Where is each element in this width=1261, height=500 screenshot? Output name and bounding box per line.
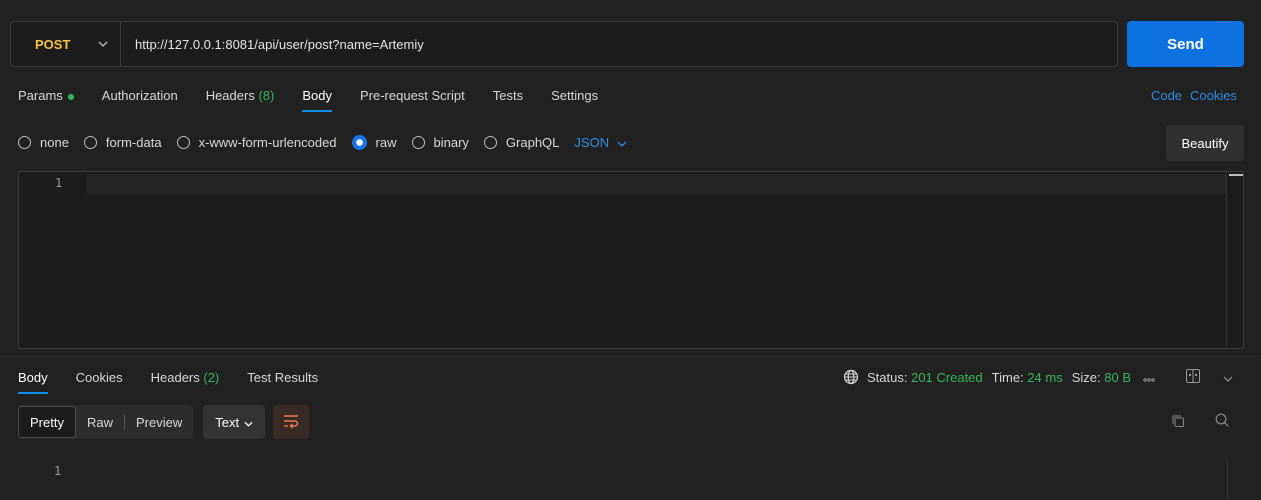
view-mode-pretty[interactable]: Pretty — [18, 406, 76, 438]
url-input[interactable]: http://127.0.0.1:8081/api/user/post?name… — [121, 37, 424, 52]
radio-icon — [176, 136, 190, 149]
wrap-lines-icon — [282, 413, 300, 432]
response-pane-controls — [1185, 368, 1233, 387]
header-links: Code Cookies — [1143, 88, 1237, 103]
headers-count: (2) — [203, 370, 220, 385]
radio-icon — [18, 136, 31, 149]
time-label: Time: — [991, 369, 1024, 385]
option-none[interactable]: none — [18, 135, 69, 150]
body-type-options: none form-data x-www-form-urlencoded raw… — [18, 135, 627, 150]
response-status: Status: 201 Created Time: 24 ms Size: 80… — [843, 369, 1155, 385]
status-label: Status: — [867, 369, 908, 385]
tab-label: Body — [302, 88, 332, 103]
raw-format-label: JSON — [574, 135, 610, 150]
option-label: none — [40, 135, 69, 150]
radio-icon — [83, 136, 97, 149]
option-raw[interactable]: raw — [351, 135, 397, 150]
tab-label: Params — [18, 88, 63, 103]
cookies-link[interactable]: Cookies — [1190, 88, 1237, 103]
option-label: x-www-form-urlencoded — [198, 135, 337, 150]
tab-label: Test Results — [247, 370, 319, 385]
chevron-down-icon[interactable] — [1223, 370, 1233, 385]
tab-label: Body — [18, 370, 48, 385]
option-binary[interactable]: binary — [411, 135, 469, 150]
radio-icon — [483, 136, 497, 149]
tab-settings[interactable]: Settings — [551, 88, 598, 103]
raw-format-select[interactable]: JSON — [574, 135, 627, 150]
option-label: form-data — [105, 135, 162, 150]
response-tab-cookies[interactable]: Cookies — [76, 370, 123, 385]
globe-icon[interactable] — [843, 369, 859, 385]
tab-label: Cookies — [75, 370, 123, 385]
option-x-www-form-urlencoded[interactable]: x-www-form-urlencoded — [176, 135, 337, 150]
tab-authorization[interactable]: Authorization — [102, 88, 178, 103]
response-tab-headers[interactable]: Headers (2) — [151, 370, 220, 385]
request-tabs: Params Authorization Headers (8) Body Pr… — [18, 88, 626, 112]
copy-icon[interactable] — [1171, 414, 1185, 431]
radio-selected-icon — [351, 135, 367, 150]
split-view-icon[interactable] — [1185, 368, 1201, 387]
view-mode-toggle: Pretty Raw Preview — [18, 405, 194, 439]
radio-icon — [411, 136, 425, 149]
response-tabs: Body Cookies Headers (2) Test Results — [18, 370, 346, 394]
size-label: Size: — [1071, 369, 1101, 385]
code-link[interactable]: Code — [1151, 88, 1182, 103]
tab-label: Authorization — [101, 88, 178, 103]
tab-params[interactable]: Params — [18, 88, 74, 103]
active-line-highlight — [87, 174, 1227, 194]
pane-divider[interactable] — [0, 356, 1261, 357]
option-form-data[interactable]: form-data — [83, 135, 162, 150]
tab-tests[interactable]: Tests — [493, 88, 523, 103]
response-scrollbar[interactable] — [1227, 460, 1244, 500]
response-format-controls: Pretty Raw Preview Text — [18, 405, 310, 439]
send-button[interactable]: Send — [1127, 21, 1244, 67]
status-value[interactable]: 201 Created — [911, 370, 983, 385]
tab-body[interactable]: Body — [302, 88, 332, 112]
size-value[interactable]: 80 B — [1104, 370, 1131, 385]
view-mode-preview[interactable]: Preview — [125, 405, 193, 439]
request-body-editor[interactable]: 1 — [18, 171, 1244, 349]
beautify-button[interactable]: Beautify — [1166, 125, 1244, 161]
text-format-select[interactable]: Text — [203, 405, 266, 439]
search-icon[interactable] — [1215, 413, 1230, 431]
tab-pre-request-script[interactable]: Pre-request Script — [360, 88, 465, 103]
view-mode-raw[interactable]: Raw — [76, 405, 124, 439]
chevron-down-icon — [617, 135, 627, 150]
response-tab-test-results[interactable]: Test Results — [247, 370, 318, 385]
option-label: GraphQL — [505, 135, 560, 150]
option-label: raw — [375, 135, 397, 150]
more-icon[interactable] — [1143, 370, 1155, 385]
chevron-down-icon — [98, 38, 108, 50]
wrap-lines-button[interactable] — [273, 405, 310, 439]
chevron-down-icon — [244, 415, 253, 430]
tab-headers[interactable]: Headers (8) — [206, 88, 275, 103]
response-line-number: 1 — [54, 464, 62, 478]
request-bar: POST http://127.0.0.1:8081/api/user/post… — [10, 21, 1118, 67]
method-label: POST — [35, 36, 71, 52]
tab-label: Pre-request Script — [359, 88, 465, 103]
time-value[interactable]: 24 ms — [1027, 370, 1062, 385]
params-indicator-dot — [67, 93, 74, 100]
option-graphql[interactable]: GraphQL — [483, 135, 560, 150]
line-gutter — [19, 172, 87, 348]
response-tab-body[interactable]: Body — [18, 370, 48, 394]
option-label: binary — [433, 135, 469, 150]
headers-count: (8) — [258, 88, 275, 103]
line-number: 1 — [55, 176, 63, 190]
text-format-label: Text — [215, 414, 240, 430]
method-select[interactable]: POST — [11, 22, 121, 66]
editor-scrollbar[interactable] — [1226, 172, 1243, 348]
tab-label: Headers — [205, 88, 255, 103]
tab-label: Settings — [551, 88, 599, 103]
tab-label: Headers — [150, 370, 200, 385]
tab-label: Tests — [492, 88, 524, 103]
